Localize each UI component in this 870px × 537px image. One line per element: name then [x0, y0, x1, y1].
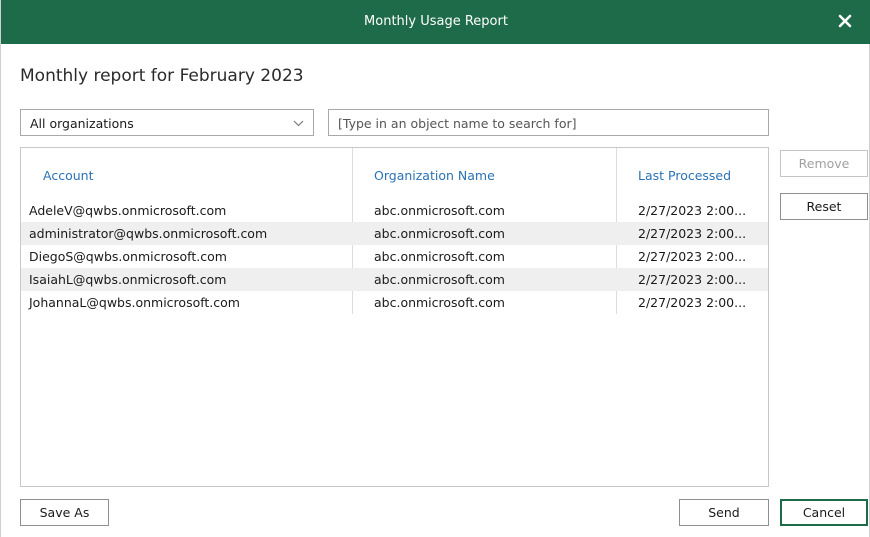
save-as-button[interactable]: Save As — [20, 499, 109, 526]
cancel-button[interactable]: Cancel — [780, 499, 868, 526]
organization-cell: abc.onmicrosoft.com — [374, 295, 505, 310]
last-processed-cell: 2/27/2023 2:00... — [638, 203, 747, 218]
search-input[interactable]: [Type in an object name to search for] — [328, 109, 769, 136]
close-button[interactable] — [833, 9, 857, 33]
last-processed-cell: 2/27/2023 2:00... — [638, 226, 747, 241]
organization-cell: abc.onmicrosoft.com — [374, 203, 505, 218]
last-processed-cell: 2/27/2023 2:00... — [638, 295, 747, 310]
account-cell: JohannaL@qwbs.onmicrosoft.com — [29, 295, 240, 310]
table-row[interactable]: administrator@qwbs.onmicrosoft.com abc.o… — [21, 222, 768, 245]
title-bar: Monthly Usage Report — [1, 0, 870, 44]
column-header-organization[interactable]: Organization Name — [374, 168, 495, 183]
organization-cell: abc.onmicrosoft.com — [374, 272, 505, 287]
table-row[interactable]: IsaiahL@qwbs.onmicrosoft.com abc.onmicro… — [21, 268, 768, 291]
chevron-down-icon — [293, 120, 304, 127]
remove-button[interactable]: Remove — [780, 150, 868, 177]
search-placeholder: [Type in an object name to search for] — [338, 116, 577, 131]
send-button[interactable]: Send — [679, 499, 769, 526]
account-cell: IsaiahL@qwbs.onmicrosoft.com — [29, 272, 227, 287]
organization-cell: abc.onmicrosoft.com — [374, 249, 505, 264]
account-cell: administrator@qwbs.onmicrosoft.com — [29, 226, 268, 241]
last-processed-cell: 2/27/2023 2:00... — [638, 272, 747, 287]
table-row[interactable]: AdeleV@qwbs.onmicrosoft.com abc.onmicros… — [21, 199, 768, 222]
table-row[interactable]: DiegoS@qwbs.onmicrosoft.com abc.onmicros… — [21, 245, 768, 268]
account-cell: AdeleV@qwbs.onmicrosoft.com — [29, 203, 227, 218]
last-processed-cell: 2/27/2023 2:00... — [638, 249, 747, 264]
table-row[interactable]: JohannaL@qwbs.onmicrosoft.com abc.onmicr… — [21, 291, 768, 314]
account-cell: DiegoS@qwbs.onmicrosoft.com — [29, 249, 227, 264]
report-heading: Monthly report for February 2023 — [20, 66, 304, 86]
close-icon — [838, 14, 852, 28]
reset-button[interactable]: Reset — [780, 193, 868, 220]
organization-cell: abc.onmicrosoft.com — [374, 226, 505, 241]
organizations-dropdown[interactable]: All organizations — [20, 109, 314, 136]
organizations-dropdown-value: All organizations — [30, 116, 134, 131]
column-header-account[interactable]: Account — [43, 168, 93, 183]
usage-table: Account Organization Name Last Processed… — [20, 147, 769, 487]
monthly-usage-report-dialog: Monthly Usage Report Monthly report for … — [0, 0, 870, 537]
column-header-last-processed[interactable]: Last Processed — [638, 168, 731, 183]
window-title: Monthly Usage Report — [364, 14, 508, 29]
